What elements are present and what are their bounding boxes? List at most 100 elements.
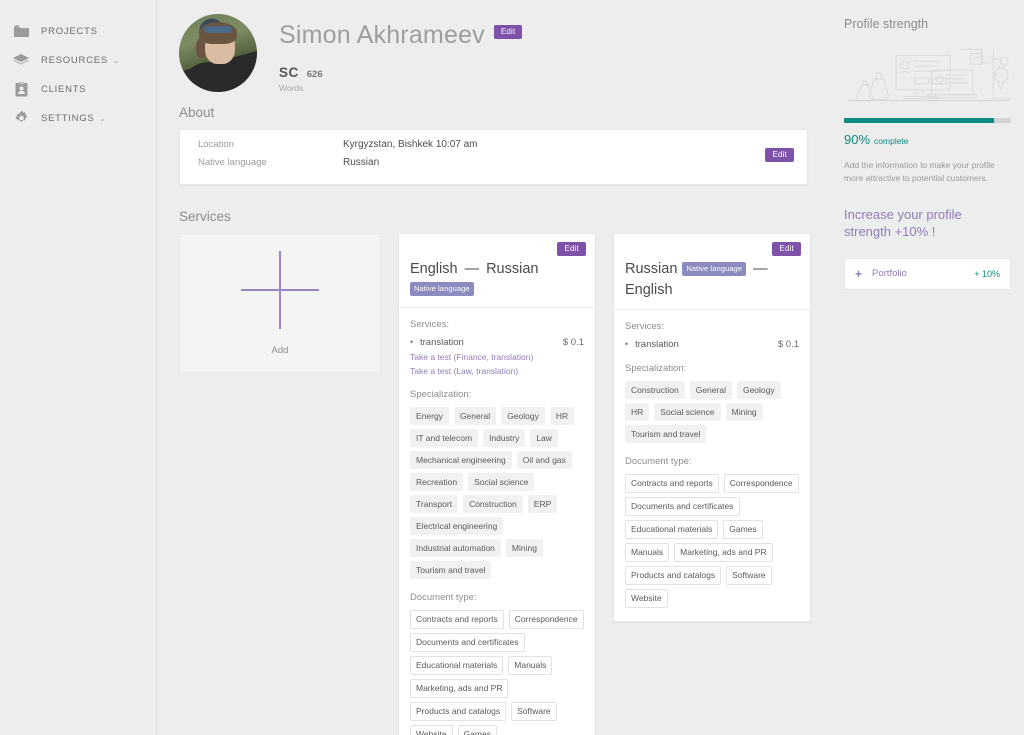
services-label: Services: xyxy=(625,321,665,332)
chip[interactable]: Geology xyxy=(501,407,545,425)
lab-and-devices-illustration xyxy=(847,47,1013,102)
bullet-icon: • xyxy=(410,337,414,347)
take-a-test-link[interactable]: Take a test (Law, translation) xyxy=(410,366,584,376)
document-type-chips: Contracts and reports Correspondence Doc… xyxy=(410,610,584,735)
chip[interactable]: Games xyxy=(457,725,497,735)
take-a-test-link[interactable]: Take a test (Finance, translation) xyxy=(410,352,584,362)
chip[interactable]: Correspondence xyxy=(508,610,584,629)
add-service-card[interactable]: Add xyxy=(179,233,381,373)
sidebar-item-label: PROJECTS xyxy=(41,26,98,37)
add-portfolio-button[interactable]: + Portfolio + 10% xyxy=(844,257,1011,290)
chip[interactable]: Software xyxy=(511,702,557,721)
chip[interactable]: Website xyxy=(410,725,453,735)
chip[interactable]: Mechanical engineering xyxy=(410,451,512,469)
profile-strength-percent: 90% complete xyxy=(844,132,1011,147)
service-item-name: translation xyxy=(635,339,679,350)
document-type-label: Document type: xyxy=(625,456,692,467)
service-card-header: Edit Russian Native language — English xyxy=(614,234,810,310)
chip[interactable]: Manuals xyxy=(508,656,553,675)
edit-profile-button[interactable]: Edit xyxy=(493,25,523,39)
chip[interactable]: Construction xyxy=(463,495,523,513)
chip[interactable]: Construction xyxy=(625,381,685,399)
chip[interactable]: Industry xyxy=(483,429,526,447)
chip[interactable]: Marketing, ads and PR xyxy=(410,679,509,698)
about-row-key: Location xyxy=(198,139,234,150)
service-card: Edit English — Russian Native language S… xyxy=(398,233,596,735)
target-language: English xyxy=(625,282,673,298)
percent-value: 90% xyxy=(844,132,871,147)
edit-about-button[interactable]: Edit xyxy=(765,148,794,162)
source-language: English xyxy=(410,261,458,277)
service-card-body: Services: • translation $ 0.1 Take a tes… xyxy=(399,308,595,735)
chip[interactable]: Transport xyxy=(410,495,459,513)
edit-service-button[interactable]: Edit xyxy=(557,242,586,256)
source-language: Russian xyxy=(625,261,678,277)
target-language: Russian xyxy=(486,261,539,277)
contact-card-icon xyxy=(10,80,32,100)
chip[interactable]: Manuals xyxy=(625,543,670,562)
percent-word: complete xyxy=(874,136,909,146)
add-service-label: Add xyxy=(271,344,289,356)
about-row: Native language Russian xyxy=(198,157,795,175)
chip[interactable]: Documents and certificates xyxy=(410,633,525,652)
about-heading: About xyxy=(179,105,215,120)
service-item: • translation $ 0.1 xyxy=(410,337,584,348)
chip[interactable]: Energy xyxy=(410,407,449,425)
stat-number: 626 xyxy=(306,69,323,81)
chip[interactable]: Products and catalogs xyxy=(410,702,507,721)
chip[interactable]: Recreation xyxy=(410,473,464,491)
chip[interactable]: General xyxy=(453,407,497,425)
chip[interactable]: Contracts and reports xyxy=(625,474,719,493)
chip[interactable]: Contracts and reports xyxy=(410,610,504,629)
chip[interactable]: Games xyxy=(723,520,763,539)
sidebar-item-projects[interactable]: PROJECTS xyxy=(0,17,156,46)
stat-caption: Words xyxy=(279,83,304,94)
chip[interactable]: IT and telecom xyxy=(410,429,479,447)
about-row-value: Russian xyxy=(343,157,380,168)
chip[interactable]: Social science xyxy=(468,473,535,491)
sidebar-item-label: CLIENTS xyxy=(41,84,87,95)
edit-service-button[interactable]: Edit xyxy=(772,242,801,256)
increase-strength-link[interactable]: Increase your profile strength +10% ! xyxy=(844,206,1011,241)
chip[interactable]: Geology xyxy=(736,381,781,399)
chip[interactable]: Educational materials xyxy=(410,656,504,675)
chip[interactable]: Mining xyxy=(505,539,543,557)
native-language-badge: Native language xyxy=(410,282,474,296)
add-portfolio-label: Portfolio xyxy=(872,268,907,280)
pair-dash: — xyxy=(464,261,480,277)
chip[interactable]: Mining xyxy=(725,403,763,421)
word-stat: SC 626 xyxy=(279,65,522,80)
chip[interactable]: Industrial automation xyxy=(410,539,501,557)
chip[interactable]: ERP xyxy=(527,495,558,513)
chip[interactable]: Law xyxy=(530,429,558,447)
chip[interactable]: Products and catalogs xyxy=(625,566,722,585)
stat-code: SC xyxy=(279,65,299,81)
gear-icon xyxy=(10,109,32,129)
chip[interactable]: Software xyxy=(726,566,772,585)
chevron-down-icon: ⌄ xyxy=(112,57,119,65)
chip[interactable]: Oil and gas xyxy=(516,451,572,469)
chip[interactable]: Website xyxy=(625,589,668,608)
sidebar-item-resources[interactable]: RESOURCES ⌄ xyxy=(0,46,156,75)
sidebar-item-settings[interactable]: SETTINGS ⌄ xyxy=(0,104,156,133)
chip[interactable]: HR xyxy=(625,403,650,421)
chip[interactable]: Tourism and travel xyxy=(625,425,707,443)
specialization-label: Specialization: xyxy=(410,389,472,400)
chip[interactable]: Electrical engineering xyxy=(410,517,504,535)
chip[interactable]: Documents and certificates xyxy=(625,497,740,516)
chip[interactable]: General xyxy=(689,381,732,399)
pair-dash: — xyxy=(753,261,768,277)
services-label: Services: xyxy=(410,319,450,330)
chip[interactable]: Tourism and travel xyxy=(410,561,492,579)
chip[interactable]: HR xyxy=(549,407,575,425)
portfolio-bonus: + 10% xyxy=(974,268,1000,279)
sidebar-item-clients[interactable]: CLIENTS xyxy=(0,75,156,104)
bullet-icon: • xyxy=(625,339,629,349)
services-grid: Add Edit English — Russian Native langua… xyxy=(157,233,830,735)
about-row: Location Kyrgyzstan, Bishkek 10:07 am xyxy=(198,139,795,157)
chip[interactable]: Social science xyxy=(654,403,721,421)
chip[interactable]: Educational materials xyxy=(625,520,719,539)
chip[interactable]: Marketing, ads and PR xyxy=(674,543,773,562)
about-row-key: Native language xyxy=(198,157,267,168)
chip[interactable]: Correspondence xyxy=(723,474,799,493)
